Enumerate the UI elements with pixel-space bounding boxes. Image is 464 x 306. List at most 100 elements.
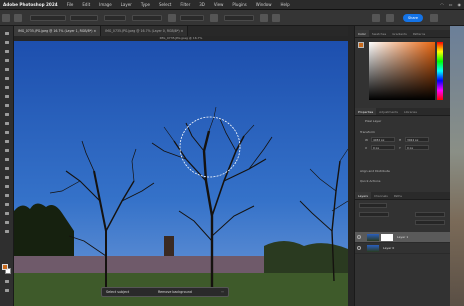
- app-menubar: Adobe Photoshop 2024 File Edit Image Lay…: [0, 0, 464, 10]
- remove-background-button[interactable]: Remove background: [158, 290, 192, 294]
- tab-layers[interactable]: Layers: [355, 192, 371, 199]
- height-field[interactable]: 3024 px: [405, 137, 429, 142]
- layer-filter-field[interactable]: [359, 203, 387, 208]
- blend-mode-select[interactable]: [359, 212, 389, 217]
- foreground-color-swatch[interactable]: [2, 264, 8, 270]
- search-icon[interactable]: [372, 14, 380, 22]
- layer-row-1[interactable]: Layer 1: [355, 232, 451, 243]
- tab-paths[interactable]: Paths: [391, 192, 405, 199]
- fill-field[interactable]: [415, 220, 445, 225]
- control-center-icon[interactable]: ◉: [458, 2, 462, 7]
- frame-tool-icon[interactable]: [3, 84, 11, 91]
- battery-icon[interactable]: ▭: [449, 2, 453, 7]
- flow-field[interactable]: [104, 15, 126, 21]
- menu-window[interactable]: Window: [256, 2, 272, 7]
- photo-canvas[interactable]: [14, 41, 348, 306]
- artboard-tool-icon[interactable]: [3, 39, 11, 46]
- opacity-field[interactable]: [70, 15, 98, 21]
- height-label: H: [399, 138, 402, 142]
- tab-patterns[interactable]: Patterns: [410, 30, 428, 37]
- home-icon[interactable]: [2, 14, 10, 22]
- right-panels: Color Swatches Gradients Patterns Proper…: [354, 26, 451, 306]
- document-tab-2[interactable]: IMG_0735.JPG.jpeg @ 16.7% (Layer 0, RGB/…: [101, 26, 189, 36]
- share-button[interactable]: Share: [403, 14, 423, 22]
- rectangle-tool-icon[interactable]: [3, 201, 11, 208]
- history-brush-tool-icon[interactable]: [3, 129, 11, 136]
- sample-select[interactable]: [132, 15, 162, 21]
- menu-edit[interactable]: Edit: [82, 2, 90, 7]
- tab-color[interactable]: Color: [355, 30, 369, 37]
- color-panel-foreground-chip[interactable]: [358, 42, 364, 48]
- layer-visibility-eye-icon[interactable]: [357, 235, 361, 239]
- layer-row-2[interactable]: Layer 0: [355, 243, 451, 254]
- color-picker-field[interactable]: [369, 42, 435, 100]
- tab-swatches[interactable]: Swatches: [369, 30, 389, 37]
- y-field[interactable]: 0 px: [405, 145, 429, 150]
- opacity-field[interactable]: [415, 212, 445, 217]
- menu-image[interactable]: Image: [99, 2, 112, 7]
- eyedropper-tool-icon[interactable]: [3, 93, 11, 100]
- menu-plugins[interactable]: Plugins: [232, 2, 246, 7]
- settings-icon[interactable]: [210, 14, 218, 22]
- menu-layer[interactable]: Layer: [121, 2, 132, 7]
- type-tool-icon[interactable]: [3, 183, 11, 190]
- mode-select[interactable]: [30, 15, 66, 21]
- clone-stamp-tool-icon[interactable]: [3, 120, 11, 127]
- angle-field[interactable]: [224, 15, 254, 21]
- lasso-tool-icon[interactable]: [3, 57, 11, 64]
- brush-tool-icon[interactable]: [3, 111, 11, 118]
- hand-tool-icon[interactable]: [3, 210, 11, 217]
- x-field[interactable]: 0 px: [371, 145, 395, 150]
- wifi-icon[interactable]: ◠: [440, 2, 444, 7]
- color-panel-tabs: Color Swatches Gradients Patterns: [355, 30, 451, 38]
- smoothing-field[interactable]: [180, 15, 204, 21]
- layer-thumbnail: [367, 234, 379, 241]
- object-select-tool-icon[interactable]: [3, 66, 11, 73]
- crop-tool-icon[interactable]: [3, 75, 11, 82]
- layer-thumbnail: [367, 245, 379, 252]
- app-name[interactable]: Adobe Photoshop 2024: [3, 2, 58, 7]
- symmetry-icon[interactable]: [272, 14, 280, 22]
- select-subject-button[interactable]: Select subject: [106, 290, 129, 294]
- edit-toolbar-icon[interactable]: [3, 228, 11, 235]
- layer-visibility-eye-icon[interactable]: [357, 246, 361, 250]
- width-field[interactable]: 4032 px: [371, 137, 395, 142]
- blur-tool-icon[interactable]: [3, 156, 11, 163]
- zoom-tool-icon[interactable]: [3, 219, 11, 226]
- tab-gradients[interactable]: Gradients: [389, 30, 410, 37]
- quick-actions-label: Quick Actions: [360, 179, 381, 183]
- spot-healing-tool-icon[interactable]: [3, 102, 11, 109]
- menu-type[interactable]: Type: [141, 2, 150, 7]
- menu-select[interactable]: Select: [159, 2, 171, 7]
- menu-help[interactable]: Help: [281, 2, 290, 7]
- x-label: X: [365, 146, 368, 150]
- workspace-icon[interactable]: [386, 14, 394, 22]
- menu-filter[interactable]: Filter: [180, 2, 190, 7]
- screen-mode-icon[interactable]: [3, 287, 11, 294]
- more-options-icon[interactable]: ⋯: [221, 290, 224, 294]
- layer-mask-thumbnail[interactable]: [381, 234, 393, 241]
- move-tool-icon[interactable]: [3, 30, 11, 37]
- menu-file[interactable]: File: [67, 2, 74, 7]
- brush-preset-icon[interactable]: [14, 14, 22, 22]
- quick-mask-icon[interactable]: [3, 278, 11, 285]
- pressure-icon[interactable]: [260, 14, 268, 22]
- document-tabs: IMG_0735.JPG.jpeg @ 16.7% (Layer 1, RGB/…: [14, 26, 348, 36]
- tab-channels[interactable]: Channels: [371, 192, 391, 199]
- menu-3d[interactable]: 3D: [199, 2, 205, 7]
- tab-adjustments[interactable]: Adjustments: [376, 108, 401, 115]
- hue-slider[interactable]: [437, 42, 443, 100]
- gradient-tool-icon[interactable]: [3, 147, 11, 154]
- tab-libraries[interactable]: Libraries: [401, 108, 420, 115]
- eraser-tool-icon[interactable]: [3, 138, 11, 145]
- pen-tool-icon[interactable]: [3, 174, 11, 181]
- y-label: Y: [399, 146, 401, 150]
- tab-properties[interactable]: Properties: [355, 108, 377, 115]
- airbrush-icon[interactable]: [168, 14, 176, 22]
- marquee-tool-icon[interactable]: [3, 48, 11, 55]
- menu-view[interactable]: View: [214, 2, 224, 7]
- document-tab-1[interactable]: IMG_0735.JPG.jpeg @ 16.7% (Layer 1, RGB/…: [14, 26, 102, 36]
- cloud-icon[interactable]: [430, 14, 438, 22]
- dodge-tool-icon[interactable]: [3, 165, 11, 172]
- path-select-tool-icon[interactable]: [3, 192, 11, 199]
